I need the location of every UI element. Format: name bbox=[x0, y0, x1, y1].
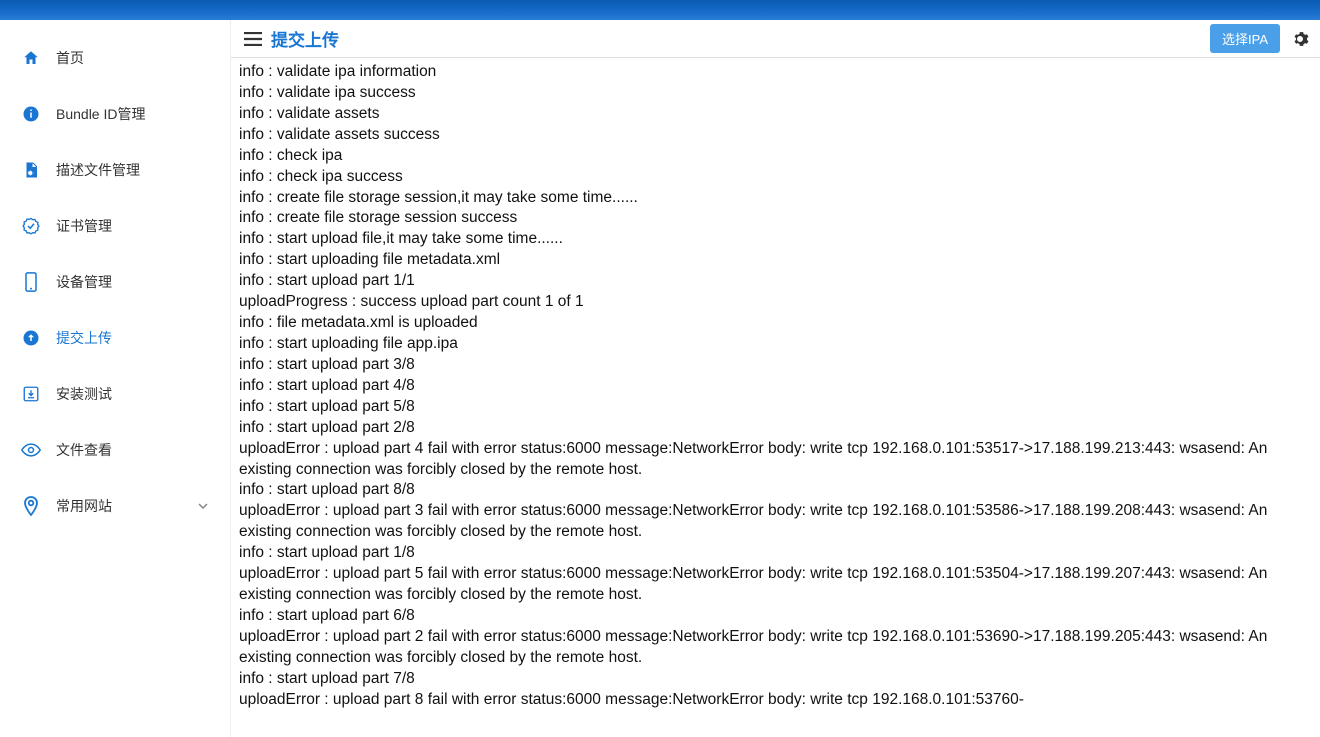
device-phone-icon bbox=[20, 271, 42, 293]
log-line: info : start upload part 7/8 bbox=[239, 669, 1312, 690]
sidebar-item-7[interactable]: 文件查看 bbox=[0, 422, 230, 478]
log-line: info : start upload part 8/8 bbox=[239, 480, 1312, 501]
sidebar-item-label: 文件查看 bbox=[56, 440, 210, 460]
log-line: info : create file storage session,it ma… bbox=[239, 188, 1312, 209]
top-bar bbox=[0, 0, 1320, 20]
log-line: info : start uploading file metadata.xml bbox=[239, 250, 1312, 271]
sidebar-item-label: 常用网站 bbox=[56, 496, 196, 516]
log-line: info : start upload part 4/8 bbox=[239, 376, 1312, 397]
log-line: info : start upload part 6/8 bbox=[239, 606, 1312, 627]
eye-icon bbox=[20, 439, 42, 461]
log-line: uploadProgress : success upload part cou… bbox=[239, 292, 1312, 313]
log-area[interactable]: info : validate ipa informationinfo : va… bbox=[231, 58, 1320, 737]
log-line: info : validate ipa success bbox=[239, 83, 1312, 104]
menu-icon[interactable] bbox=[239, 25, 267, 53]
gear-icon[interactable] bbox=[1288, 27, 1312, 51]
info-circle-icon bbox=[20, 103, 42, 125]
log-line: info : start upload part 5/8 bbox=[239, 397, 1312, 418]
sidebar-item-2[interactable]: 描述文件管理 bbox=[0, 142, 230, 198]
log-line: info : start upload part 3/8 bbox=[239, 355, 1312, 376]
log-line: info : validate assets bbox=[239, 104, 1312, 125]
sidebar-item-label: 证书管理 bbox=[56, 216, 210, 236]
chevron-down-icon bbox=[196, 499, 210, 513]
sidebar-item-8[interactable]: 常用网站 bbox=[0, 478, 230, 534]
sidebar-item-3[interactable]: 证书管理 bbox=[0, 198, 230, 254]
badge-check-icon bbox=[20, 215, 42, 237]
log-line: info : start upload part 1/8 bbox=[239, 543, 1312, 564]
location-icon bbox=[20, 495, 42, 517]
main: 提交上传 选择IPA info : validate ipa informati… bbox=[230, 20, 1320, 737]
log-line: uploadError : upload part 3 fail with er… bbox=[239, 501, 1312, 543]
log-line: info : check ipa bbox=[239, 146, 1312, 167]
sidebar-item-1[interactable]: Bundle ID管理 bbox=[0, 86, 230, 142]
home-icon bbox=[20, 47, 42, 69]
log-line: info : start upload file,it may take som… bbox=[239, 229, 1312, 250]
select-ipa-button[interactable]: 选择IPA bbox=[1210, 24, 1280, 53]
sidebar: 首页 Bundle ID管理描述文件管理证书管理设备管理提交上传安装测试文件查看常… bbox=[0, 20, 230, 737]
log-line: info : check ipa success bbox=[239, 167, 1312, 188]
log-line: info : start uploading file app.ipa bbox=[239, 334, 1312, 355]
log-line: info : validate ipa information bbox=[239, 62, 1312, 83]
sidebar-item-label: 描述文件管理 bbox=[56, 160, 210, 180]
sidebar-item-label: 首页 bbox=[56, 48, 210, 68]
log-line: info : start upload part 1/1 bbox=[239, 271, 1312, 292]
log-line: info : create file storage session succe… bbox=[239, 208, 1312, 229]
sidebar-item-label: 安装测试 bbox=[56, 384, 210, 404]
log-line: uploadError : upload part 8 fail with er… bbox=[239, 690, 1312, 711]
log-line: uploadError : upload part 4 fail with er… bbox=[239, 439, 1312, 481]
file-settings-icon bbox=[20, 159, 42, 181]
log-line: uploadError : upload part 2 fail with er… bbox=[239, 627, 1312, 669]
sidebar-item-label: Bundle ID管理 bbox=[56, 104, 210, 124]
log-line: info : start upload part 2/8 bbox=[239, 418, 1312, 439]
install-test-icon bbox=[20, 383, 42, 405]
sidebar-item-5[interactable]: 提交上传 bbox=[0, 310, 230, 366]
sidebar-item-label: 提交上传 bbox=[56, 328, 210, 348]
sidebar-item-0[interactable]: 首页 bbox=[0, 30, 230, 86]
log-line: info : file metadata.xml is uploaded bbox=[239, 313, 1312, 334]
page-title: 提交上传 bbox=[271, 26, 1210, 51]
log-line: uploadError : upload part 5 fail with er… bbox=[239, 564, 1312, 606]
sidebar-item-4[interactable]: 设备管理 bbox=[0, 254, 230, 310]
log-line: info : validate assets success bbox=[239, 125, 1312, 146]
sidebar-item-label: 设备管理 bbox=[56, 272, 210, 292]
upload-circle-icon bbox=[20, 327, 42, 349]
main-header: 提交上传 选择IPA bbox=[231, 20, 1320, 58]
sidebar-item-6[interactable]: 安装测试 bbox=[0, 366, 230, 422]
